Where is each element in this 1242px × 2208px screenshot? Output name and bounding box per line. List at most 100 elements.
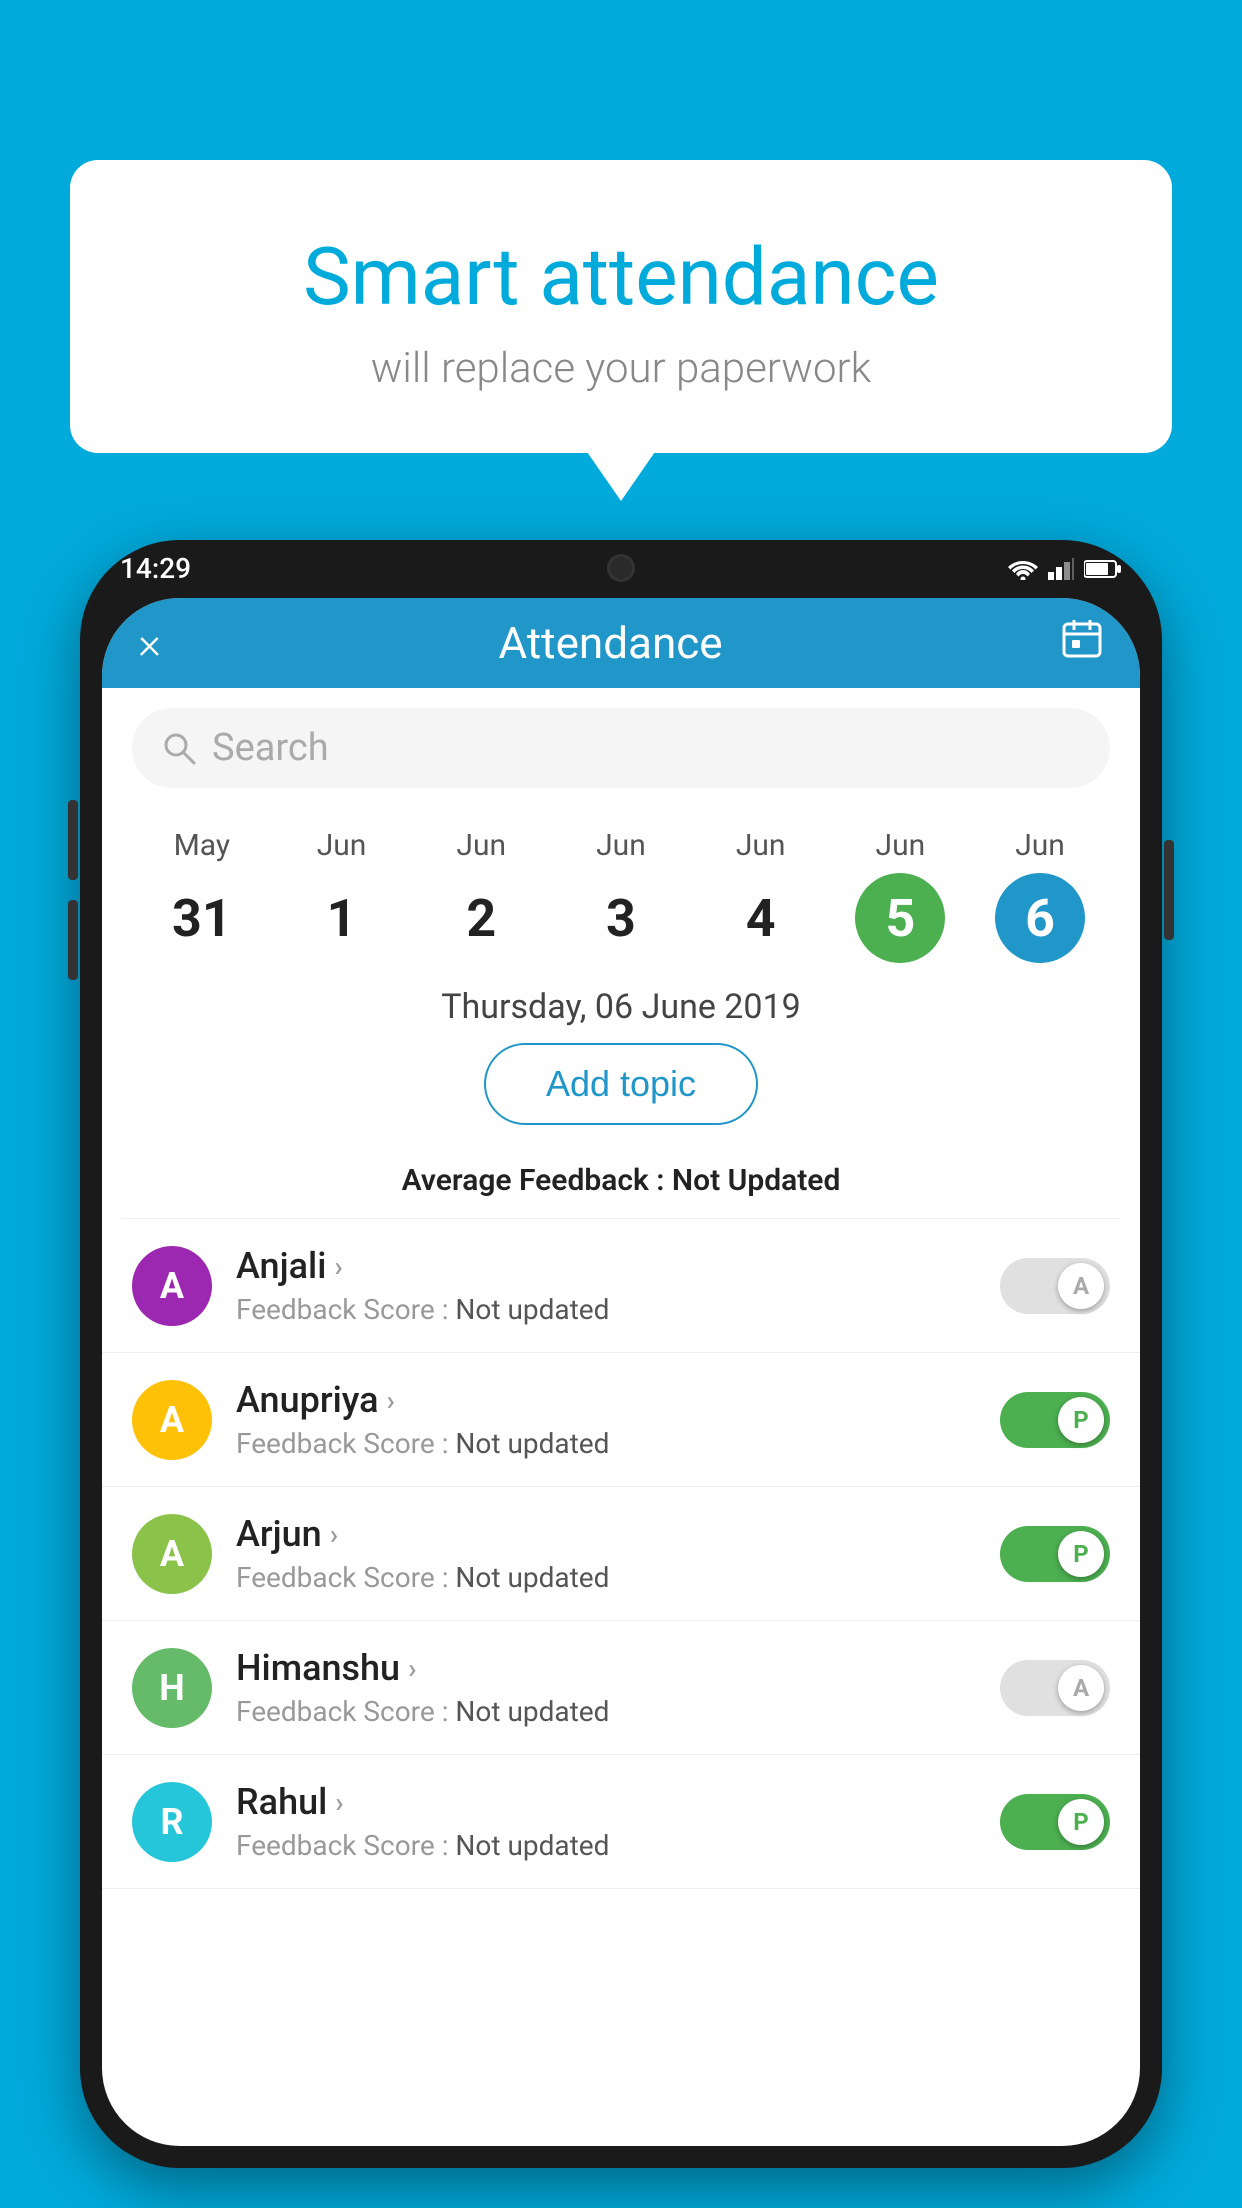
calendar-date-number: 3 bbox=[576, 873, 666, 963]
avg-feedback-value: Not Updated bbox=[672, 1163, 840, 1198]
selected-date-label: Thursday, 06 June 2019 bbox=[102, 963, 1140, 1043]
attendance-toggle[interactable]: P bbox=[1000, 1794, 1110, 1850]
calendar-button[interactable] bbox=[1060, 616, 1104, 670]
add-topic-button[interactable]: Add topic bbox=[484, 1043, 758, 1125]
student-info: Anupriya › Feedback Score : Not updated bbox=[236, 1379, 976, 1460]
student-item[interactable]: A Anupriya › Feedback Score : Not updated P bbox=[102, 1353, 1140, 1487]
score-value: Not updated bbox=[455, 1427, 609, 1460]
calendar-day[interactable]: Jun4 bbox=[716, 828, 806, 963]
attendance-toggle[interactable]: A bbox=[1000, 1660, 1110, 1716]
student-avatar: A bbox=[132, 1514, 212, 1594]
score-value: Not updated bbox=[455, 1561, 609, 1594]
chevron-icon: › bbox=[387, 1384, 395, 1417]
calendar-date-number: 5 bbox=[855, 873, 945, 963]
student-info: Rahul › Feedback Score : Not updated bbox=[236, 1781, 976, 1862]
calendar-month-label: Jun bbox=[736, 828, 786, 863]
student-info: Anjali › Feedback Score : Not updated bbox=[236, 1245, 976, 1326]
student-item[interactable]: A Anjali › Feedback Score : Not updated A bbox=[102, 1219, 1140, 1353]
volume-down-button bbox=[68, 900, 78, 980]
toggle-switch[interactable]: A bbox=[1000, 1258, 1110, 1314]
toggle-switch[interactable]: A bbox=[1000, 1660, 1110, 1716]
student-info: Himanshu › Feedback Score : Not updated bbox=[236, 1647, 976, 1728]
student-item[interactable]: R Rahul › Feedback Score : Not updated P bbox=[102, 1755, 1140, 1889]
toggle-knob: P bbox=[1058, 1799, 1104, 1845]
score-value: Not updated bbox=[455, 1293, 609, 1326]
avg-feedback-label: Average Feedback : bbox=[402, 1163, 672, 1198]
power-button bbox=[1164, 840, 1174, 940]
score-value: Not updated bbox=[455, 1695, 609, 1728]
student-name: Arjun › bbox=[236, 1513, 976, 1555]
student-avatar: A bbox=[132, 1380, 212, 1460]
calendar-day[interactable]: Jun 2 bbox=[436, 828, 526, 963]
search-bar[interactable]: Search bbox=[132, 708, 1110, 788]
toggle-knob: A bbox=[1058, 1263, 1104, 1309]
calendar-day[interactable]: Jun 3 bbox=[576, 828, 666, 963]
student-info: Arjun › Feedback Score : Not updated bbox=[236, 1513, 976, 1594]
calendar-date-number: 1 bbox=[297, 873, 387, 963]
calendar-month-label: Jun bbox=[456, 828, 506, 863]
student-name: Anjali › bbox=[236, 1245, 976, 1287]
calendar-month-label: Jun bbox=[596, 828, 646, 863]
calendar-strip: May31Jun1Jun2Jun3Jun4Jun5Jun6 bbox=[102, 808, 1140, 963]
toggle-knob: A bbox=[1058, 1665, 1104, 1711]
toggle-switch[interactable]: P bbox=[1000, 1794, 1110, 1850]
student-score: Feedback Score : Not updated bbox=[236, 1293, 976, 1326]
student-avatar: A bbox=[132, 1246, 212, 1326]
calendar-date-number: 6 bbox=[995, 873, 1085, 963]
toggle-switch[interactable]: P bbox=[1000, 1392, 1110, 1448]
speech-bubble-container: Smart attendance will replace your paper… bbox=[70, 160, 1172, 453]
front-camera bbox=[607, 554, 635, 582]
calendar-month-label: May bbox=[174, 828, 230, 863]
attendance-toggle[interactable]: P bbox=[1000, 1526, 1110, 1582]
student-name: Rahul › bbox=[236, 1781, 976, 1823]
student-avatar: R bbox=[132, 1782, 212, 1862]
student-name: Anupriya › bbox=[236, 1379, 976, 1421]
toggle-knob: P bbox=[1058, 1397, 1104, 1443]
student-score: Feedback Score : Not updated bbox=[236, 1427, 976, 1460]
phone-notch bbox=[531, 540, 711, 590]
speech-bubble: Smart attendance will replace your paper… bbox=[70, 160, 1172, 453]
battery-icon bbox=[1084, 559, 1122, 579]
student-score: Feedback Score : Not updated bbox=[236, 1695, 976, 1728]
chevron-icon: › bbox=[335, 1786, 343, 1819]
student-list: AAnjali ›Feedback Score : Not updatedAAA… bbox=[102, 1219, 1140, 1889]
chevron-icon: › bbox=[408, 1652, 416, 1685]
student-name: Himanshu › bbox=[236, 1647, 976, 1689]
student-item[interactable]: A Arjun › Feedback Score : Not updated P bbox=[102, 1487, 1140, 1621]
status-icons bbox=[1008, 558, 1122, 580]
calendar-day[interactable]: Jun 5 bbox=[855, 828, 945, 963]
speech-bubble-title: Smart attendance bbox=[130, 230, 1112, 324]
search-placeholder: Search bbox=[212, 726, 329, 770]
student-avatar: H bbox=[132, 1648, 212, 1728]
toggle-switch[interactable]: P bbox=[1000, 1526, 1110, 1582]
calendar-date-number: 2 bbox=[436, 873, 526, 963]
calendar-month-label: Jun bbox=[876, 828, 926, 863]
calendar-day[interactable]: Jun 6 bbox=[995, 828, 1085, 963]
volume-up-button bbox=[68, 800, 78, 880]
signal-icon bbox=[1048, 558, 1074, 580]
phone-outer: 14:29 bbox=[80, 540, 1162, 2168]
status-time: 14:29 bbox=[120, 552, 191, 585]
wifi-icon bbox=[1008, 558, 1038, 580]
chevron-icon: › bbox=[334, 1250, 342, 1283]
toggle-knob: P bbox=[1058, 1531, 1104, 1577]
calendar-day[interactable]: Jun 1 bbox=[297, 828, 387, 963]
app-title: Attendance bbox=[498, 617, 722, 669]
speech-bubble-subtitle: will replace your paperwork bbox=[130, 344, 1112, 393]
search-icon bbox=[162, 731, 196, 765]
score-value: Not updated bbox=[455, 1829, 609, 1862]
calendar-month-label: Jun bbox=[317, 828, 367, 863]
attendance-toggle[interactable]: A bbox=[1000, 1258, 1110, 1314]
student-score: Feedback Score : Not updated bbox=[236, 1829, 976, 1862]
attendance-toggle[interactable]: P bbox=[1000, 1392, 1110, 1448]
calendar-day[interactable]: May 31 bbox=[157, 828, 247, 963]
calendar-date-number: 31 bbox=[157, 873, 247, 963]
calendar-icon bbox=[1060, 616, 1104, 660]
phone-screen: × Attendance Sear bbox=[102, 598, 1140, 2146]
chevron-icon: › bbox=[330, 1518, 338, 1551]
calendar-month-label: Jun bbox=[1015, 828, 1065, 863]
student-item[interactable]: H Himanshu › Feedback Score : Not updated A bbox=[102, 1621, 1140, 1755]
student-score: Feedback Score : Not updated bbox=[236, 1561, 976, 1594]
app-header: × Attendance bbox=[102, 598, 1140, 688]
close-button[interactable]: × bbox=[138, 617, 161, 669]
